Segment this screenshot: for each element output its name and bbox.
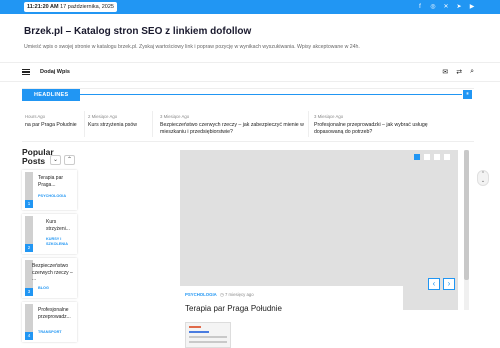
slider-dot[interactable]	[414, 154, 420, 160]
headlines-ticker: HEADLINES ⏸ Hours Ago na par Praga Połud…	[22, 88, 474, 142]
headline-title[interactable]: na par Praga Południe	[25, 122, 77, 129]
headlines-rule	[80, 94, 462, 95]
main-navigation: Dodaj Wpis ✉ ⇄ ⌕	[0, 62, 500, 82]
slider-dots	[414, 154, 450, 160]
headline-time: 2 Miesiące Ago	[88, 114, 118, 119]
instagram-icon[interactable]: ◎	[429, 3, 437, 11]
headline-time: Hours Ago	[25, 114, 46, 119]
popular-post-card[interactable]: 1 Terapia par Praga... PSYCHOLOGIA	[22, 170, 77, 210]
post-category[interactable]: KURSY I SZKOLENIA	[46, 237, 74, 247]
facebook-icon[interactable]: f	[416, 3, 424, 11]
nav-icons: ✉ ⇄ ⌕	[442, 68, 474, 76]
pause-icon[interactable]: ⏸	[463, 90, 472, 99]
site-description: Umieść wpis o swojej stronie w katalogu …	[24, 44, 360, 50]
headline-item[interactable]: 3 Miesiące Ago Bezpieczeństwo czerwych r…	[160, 114, 310, 136]
popular-post-card[interactable]: 4 Profesjonalne przeprowadz... TRANSPORT	[22, 302, 77, 342]
scrollbar-thumb[interactable]	[464, 150, 469, 280]
post-title[interactable]: Bezpieczeństwo czerwych rzeczy – ...	[32, 263, 76, 283]
slide-category[interactable]: PSYCHOLOGIA	[185, 292, 217, 297]
mail-icon[interactable]: ✉	[442, 68, 448, 76]
headlines-label: HEADLINES	[22, 89, 80, 101]
divider	[308, 111, 309, 137]
chevron-up-icon[interactable]: ⌃	[64, 155, 75, 165]
telegram-icon[interactable]: ➤	[455, 3, 463, 11]
popular-posts-heading: Popular Posts	[22, 148, 54, 166]
date-time-badge: 11:21:20 AM 17 października, 2025	[24, 2, 117, 12]
nav-link-add-entry[interactable]: Dodaj Wpis	[40, 69, 70, 75]
search-icon[interactable]: ⌕	[470, 68, 474, 76]
headline-title[interactable]: Bezpieczeństwo czerwych rzeczy – jak zab…	[160, 122, 310, 136]
post-title[interactable]: Kurs strzyżeni...	[46, 219, 76, 232]
headline-time: 3 Miesiące Ago	[160, 114, 190, 119]
divider	[152, 111, 153, 137]
post-title[interactable]: Terapia par Praga...	[38, 175, 75, 188]
headline-item[interactable]: 3 Miesiące Ago Profesjonalne przeprowadz…	[314, 114, 444, 136]
post-rank: 1	[25, 200, 33, 208]
post-category[interactable]: PSYCHOLOGIA	[38, 194, 66, 199]
chevron-left-icon[interactable]: ‹	[428, 278, 440, 290]
popular-post-card[interactable]: 2 Kurs strzyżeni... KURSY I SZKOLENIA	[22, 214, 77, 254]
top-bar: 11:21:20 AM 17 października, 2025 f ◎ ✕ …	[0, 0, 500, 14]
x-icon[interactable]: ✕	[442, 3, 450, 11]
slide-time: ◷ 7 miesięcy ago	[220, 292, 254, 297]
headline-title[interactable]: Profesjonalne przeprowadzki – jak wybrać…	[314, 122, 444, 136]
popular-post-card[interactable]: 3 Bezpieczeństwo czerwych rzeczy – ... B…	[22, 258, 77, 298]
post-category[interactable]: BLOG	[38, 286, 49, 291]
chevron-down-icon[interactable]: ⌄	[50, 155, 61, 165]
shuffle-icon[interactable]: ⇄	[456, 68, 462, 76]
current-time: 11:21:20 AM	[27, 4, 59, 10]
headline-title[interactable]: Kurs strzyżenia psów	[88, 122, 148, 129]
slide-caption: PSYCHOLOGIA ◷ 7 miesięcy ago Terapia par…	[180, 286, 403, 348]
post-title[interactable]: Profesjonalne przeprowadz...	[38, 307, 75, 320]
slide-time-text: 7 miesięcy ago	[224, 292, 254, 297]
site-title[interactable]: Brzek.pl – Katalog stron SEO z linkiem d…	[24, 26, 251, 37]
youtube-icon[interactable]: ▶	[468, 3, 476, 11]
slider-dot[interactable]	[444, 154, 450, 160]
current-date: 17 października, 2025	[60, 4, 114, 10]
divider	[84, 111, 85, 137]
headline-item[interactable]: 2 Miesiące Ago Kurs strzyżenia psów	[88, 114, 148, 129]
slider-dot[interactable]	[434, 154, 440, 160]
post-rank: 4	[25, 332, 33, 340]
social-links: f ◎ ✕ ➤ ▶	[416, 3, 476, 11]
slide-title[interactable]: Terapia par Praga Południe	[185, 304, 282, 313]
popular-heading-line2: Posts	[22, 156, 46, 166]
post-category[interactable]: TRANSPORT	[38, 330, 62, 335]
scroll-control[interactable]: ⌃ ⌄	[477, 170, 489, 186]
headline-time: 3 Miesiące Ago	[314, 114, 344, 119]
chevron-right-icon[interactable]: ›	[443, 278, 455, 290]
slide-thumbnail[interactable]	[185, 322, 231, 348]
post-rank: 2	[25, 244, 33, 252]
post-rank: 3	[25, 288, 33, 296]
menu-icon[interactable]	[22, 69, 30, 75]
headline-item[interactable]: Hours Ago na par Praga Południe	[25, 114, 77, 129]
slider-dot[interactable]	[424, 154, 430, 160]
